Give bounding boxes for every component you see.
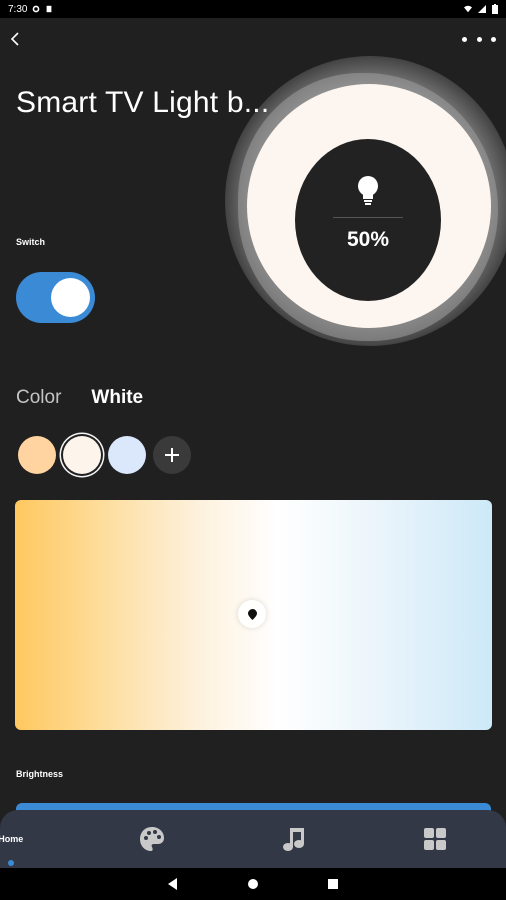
home-circle-icon xyxy=(248,879,258,889)
more-dots-icon xyxy=(462,36,467,42)
palette-icon xyxy=(140,827,165,851)
status-time: 7:30 xyxy=(8,3,28,15)
more-options-button[interactable] xyxy=(462,30,496,48)
chevron-left-icon xyxy=(10,32,19,46)
dial-center[interactable]: 50% xyxy=(295,139,441,301)
grid-icon xyxy=(424,828,447,850)
add-preset-button[interactable] xyxy=(153,436,191,474)
brightness-percent: 50% xyxy=(346,228,390,251)
back-button[interactable] xyxy=(6,30,24,48)
location-pin-icon xyxy=(247,608,257,620)
mode-tabs: Color White xyxy=(16,387,143,409)
system-back-button[interactable] xyxy=(164,875,182,893)
settings-icon xyxy=(33,5,40,13)
nav-home-label: Home xyxy=(0,834,24,844)
app-screen: 50% Smart TV Light b... Switch Color Whi… xyxy=(0,18,506,868)
nav-active-indicator xyxy=(7,860,14,866)
temperature-picker-handle[interactable] xyxy=(238,600,266,628)
nav-home[interactable]: Home xyxy=(0,810,82,868)
nav-music[interactable] xyxy=(223,810,365,868)
status-bar: 7:30 xyxy=(0,0,506,18)
color-temperature-panel[interactable] xyxy=(15,500,492,730)
preset-swatch-neutral[interactable] xyxy=(63,436,101,474)
brightness-label: Brightness xyxy=(16,769,64,779)
plus-icon xyxy=(165,448,179,462)
switch-knob xyxy=(51,278,90,317)
bottom-navigation: Home xyxy=(0,810,506,868)
preset-swatch-cool[interactable] xyxy=(108,436,146,474)
power-switch[interactable] xyxy=(16,272,95,323)
preset-swatch-warm[interactable] xyxy=(18,436,56,474)
system-recents-button[interactable] xyxy=(324,875,342,893)
tab-color[interactable]: Color xyxy=(16,387,61,409)
preset-swatches xyxy=(18,436,191,474)
nav-grid[interactable] xyxy=(365,810,506,868)
system-navigation-bar xyxy=(0,868,506,900)
recents-square-icon xyxy=(328,879,338,889)
switch-label: Switch xyxy=(16,237,46,247)
page-title: Smart TV Light b... xyxy=(16,86,270,119)
lightbulb-icon xyxy=(358,176,378,205)
tab-white[interactable]: White xyxy=(91,387,143,409)
wifi-icon xyxy=(464,5,472,13)
back-triangle-icon xyxy=(168,878,177,890)
music-icon xyxy=(282,828,304,851)
nav-palette[interactable] xyxy=(82,810,224,868)
battery-icon xyxy=(492,4,498,14)
signal-icon xyxy=(478,5,486,13)
storage-icon xyxy=(47,5,52,13)
dial-divider xyxy=(333,217,403,218)
system-home-button[interactable] xyxy=(244,875,262,893)
